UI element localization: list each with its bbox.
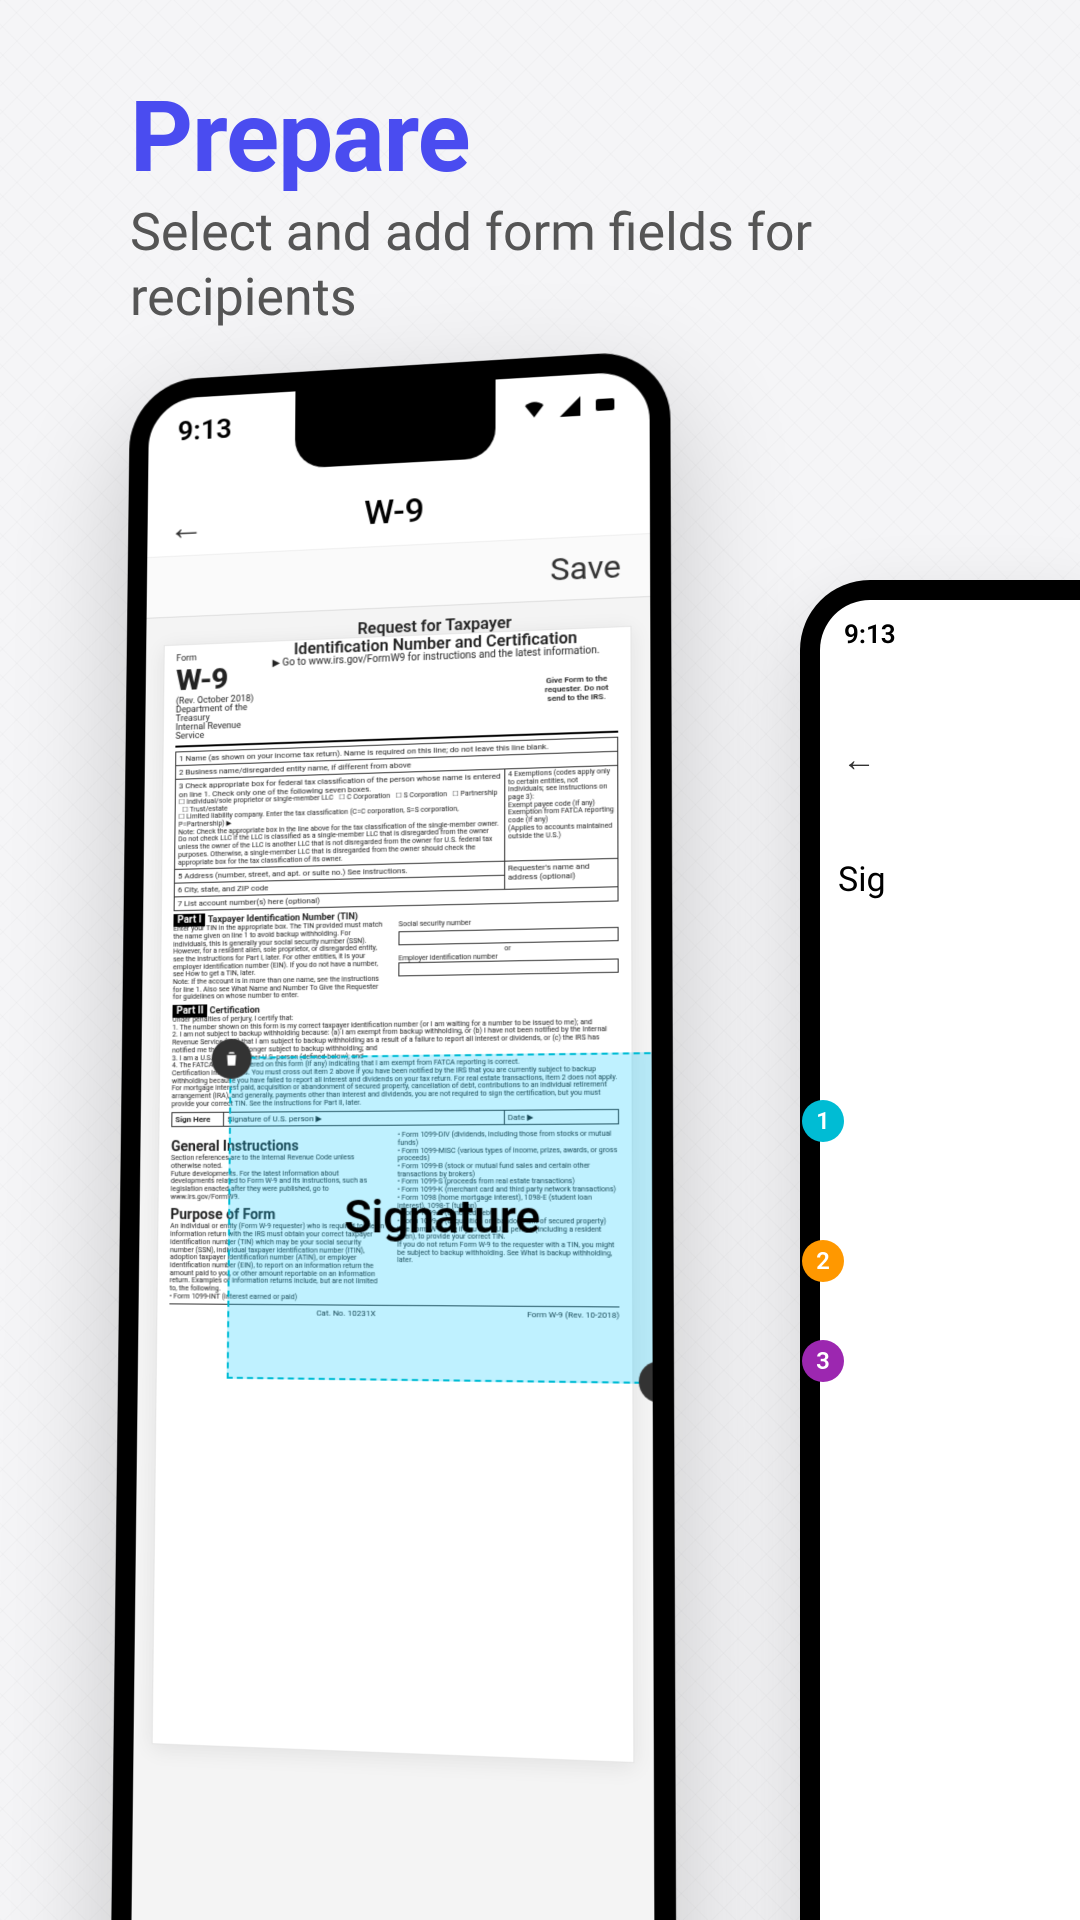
progress-step-3[interactable]: 3 [802, 1340, 844, 1382]
progress-step-1[interactable]: 1 [802, 1100, 844, 1142]
line-4-note: (Applies to accounts maintained outside … [508, 822, 614, 840]
hero-subtitle: Select and add form fields for recipient… [130, 200, 950, 330]
box-ccorp: C Corporation [347, 792, 390, 801]
phone-mockup: 9:13 ← W-9 Save Form W-9 (Rev. October 2… [109, 349, 676, 1920]
trash-icon [223, 1050, 241, 1068]
box-partnership: Partnership [460, 789, 497, 798]
signature-field-label: Signature [344, 1190, 540, 1243]
progress-step-2[interactable]: 2 [802, 1240, 844, 1282]
back-button[interactable]: ← [169, 506, 205, 548]
part1-note: Note: If the account is in more than one… [173, 976, 386, 1002]
document-page[interactable]: Form W-9 (Rev. October 2018) Department … [152, 626, 635, 1763]
form-irs: Internal Revenue Service [175, 721, 254, 741]
save-button[interactable]: Save [550, 547, 621, 588]
back-button-2[interactable]: ← [842, 740, 876, 780]
signal-icon [558, 394, 583, 419]
resize-field-handle[interactable] [639, 1361, 655, 1403]
give-form-note: Give Form to the requester. Do not send … [535, 673, 618, 703]
secondary-phone-mockup: 9:13 ← Sig 1 2 3 [800, 580, 1080, 1920]
requester-address: Requester's name and address (optional) [504, 859, 618, 890]
status-time: 9:13 [178, 412, 233, 447]
resize-icon [650, 1372, 654, 1391]
sign-here: Sign Here [172, 1113, 224, 1127]
part1-body: Enter your TIN in the appropriate box. T… [173, 922, 386, 980]
hero-title: Prepare [130, 80, 470, 195]
wifi-icon [522, 396, 547, 421]
status-time-2: 9:13 [844, 620, 896, 650]
phone-notch [295, 380, 496, 469]
document-viewport[interactable]: Form W-9 (Rev. October 2018) Department … [130, 597, 655, 1920]
delete-field-button[interactable] [211, 1039, 251, 1079]
sig-label-partial: Sig [838, 860, 886, 900]
status-icons [518, 390, 619, 428]
line-4: 4 Exemptions (codes apply only to certai… [508, 768, 614, 802]
screen-title: W-9 [364, 491, 424, 533]
battery-icon [594, 392, 619, 417]
form-code: W-9 [176, 661, 255, 698]
line-3-note: Note: Check the appropriate box in the l… [178, 820, 501, 867]
box-scorp: S Corporation [404, 790, 447, 799]
signature-field[interactable]: Signature [227, 1052, 655, 1384]
